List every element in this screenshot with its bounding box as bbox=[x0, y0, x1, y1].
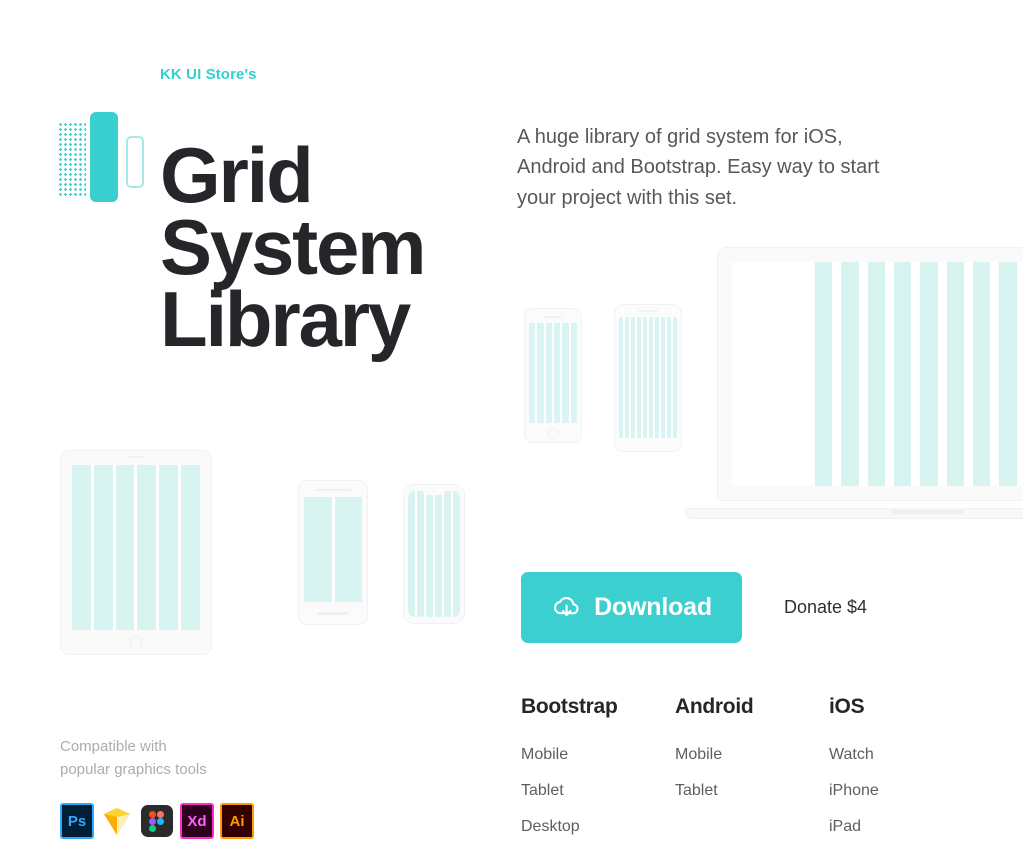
logo-solid-bar-icon bbox=[90, 112, 118, 202]
platform-column-ios: iOS Watch iPhone iPad bbox=[829, 695, 983, 845]
pixel-phone-mockup bbox=[614, 304, 682, 452]
page-title-line-2: System bbox=[160, 203, 426, 291]
laptop-mockup bbox=[685, 247, 1023, 519]
figma-icon bbox=[140, 803, 174, 839]
laptop-base bbox=[685, 508, 1023, 519]
right-device-mockups bbox=[517, 245, 1023, 525]
platform-link-android-mobile[interactable]: Mobile bbox=[675, 737, 829, 773]
logo-dot-grid-icon bbox=[58, 122, 86, 198]
cta-row: Download Donate $4 bbox=[521, 572, 867, 643]
illustrator-icon: Ai bbox=[220, 803, 254, 839]
tool-icon-list: Ps Xd Ai bbox=[60, 803, 254, 839]
tablet-home-button-icon bbox=[129, 636, 143, 649]
tablet-camera-icon bbox=[129, 456, 143, 458]
android-phone-mockup bbox=[298, 480, 368, 625]
android-phone-speaker-icon bbox=[315, 489, 351, 491]
grid-logo-icon bbox=[58, 112, 144, 202]
platform-columns: Bootstrap Mobile Tablet Desktop Android … bbox=[521, 695, 983, 845]
photoshop-icon: Ps bbox=[60, 803, 94, 839]
platform-link-bootstrap-desktop[interactable]: Desktop bbox=[521, 809, 675, 845]
platform-title-bootstrap: Bootstrap bbox=[521, 695, 618, 718]
platform-link-android-tablet[interactable]: Tablet bbox=[675, 773, 829, 809]
platform-link-ios-watch[interactable]: Watch bbox=[829, 737, 983, 773]
laptop-grid-columns bbox=[732, 262, 1023, 486]
download-button[interactable]: Download bbox=[521, 572, 742, 643]
platform-link-bootstrap-mobile[interactable]: Mobile bbox=[521, 737, 675, 773]
page-title-line-1: Grid bbox=[160, 131, 314, 220]
page-title-line-3: Library bbox=[160, 274, 411, 363]
platform-link-bootstrap-tablet[interactable]: Tablet bbox=[521, 773, 675, 809]
platform-link-ios-ipad[interactable]: iPad bbox=[829, 809, 983, 845]
cloud-download-icon bbox=[551, 595, 581, 621]
laptop-trackpad-notch-icon bbox=[890, 510, 964, 514]
platform-link-ios-iphone[interactable]: iPhone bbox=[829, 773, 983, 809]
download-button-label: Download bbox=[594, 593, 712, 621]
platform-column-android: Android Mobile Tablet bbox=[675, 695, 829, 845]
laptop-lid bbox=[717, 247, 1023, 501]
iphone-x-grid-columns bbox=[408, 491, 460, 617]
brand-kicker: KK UI Store's bbox=[160, 66, 257, 83]
iphone-8-mockup bbox=[524, 308, 582, 443]
tablet-mockup bbox=[60, 450, 212, 655]
page-title: Grid System Library bbox=[160, 131, 500, 363]
sketch-icon bbox=[100, 803, 134, 839]
landing-page: KK UI Store's Grid System Library Compat… bbox=[0, 0, 1023, 860]
donate-link[interactable]: Donate $4 bbox=[784, 597, 867, 618]
android-phone-grid-columns bbox=[304, 497, 362, 602]
compatibility-note: Compatible with popular graphics tools bbox=[60, 735, 290, 782]
android-phone-navbar-icon bbox=[317, 612, 349, 615]
iphone-8-speaker-icon bbox=[544, 316, 562, 318]
adobe-xd-icon: Xd bbox=[180, 803, 214, 839]
left-device-mockups bbox=[58, 448, 465, 663]
logo-outline-bar-icon bbox=[126, 136, 144, 188]
iphone-notch-icon bbox=[423, 491, 445, 495]
compatibility-note-line-1: Compatible with bbox=[60, 738, 167, 755]
tablet-grid-columns bbox=[72, 465, 200, 630]
platform-title-android: Android bbox=[675, 695, 754, 718]
pixel-phone-grid-columns bbox=[619, 317, 677, 438]
iphone-8-home-button-icon bbox=[547, 428, 559, 439]
pixel-phone-speaker-icon bbox=[638, 310, 658, 312]
platform-title-ios: iOS bbox=[829, 695, 865, 718]
iphone-x-mockup bbox=[403, 484, 465, 624]
platform-column-bootstrap: Bootstrap Mobile Tablet Desktop bbox=[521, 695, 675, 845]
hero-description: A huge library of grid system for iOS, A… bbox=[517, 126, 880, 209]
iphone-8-grid-columns bbox=[529, 323, 577, 423]
compatibility-note-line-2: popular graphics tools bbox=[60, 761, 207, 779]
